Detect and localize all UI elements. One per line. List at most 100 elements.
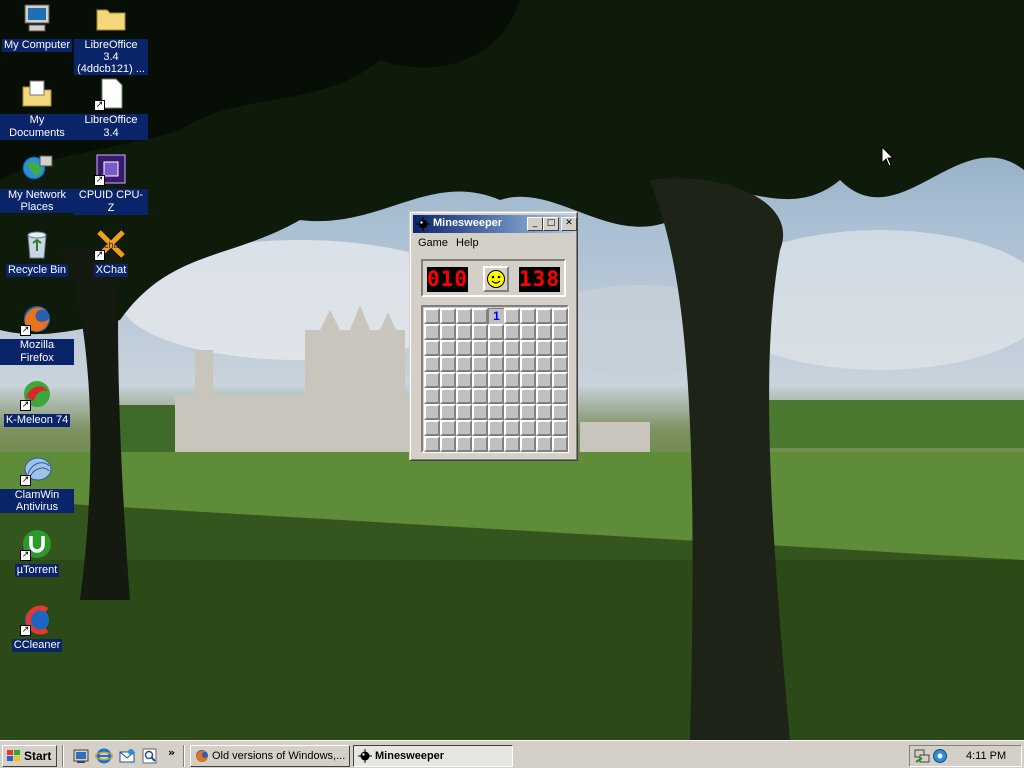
- mine-cell[interactable]: [456, 388, 472, 404]
- mine-cell[interactable]: [520, 420, 536, 436]
- mine-cell[interactable]: [552, 356, 568, 372]
- minefield[interactable]: 1: [421, 305, 569, 453]
- mine-cell[interactable]: [488, 340, 504, 356]
- desktop-icon-clamwin[interactable]: ↗ ClamWin Antivirus: [0, 452, 74, 513]
- mine-cell[interactable]: [536, 436, 552, 452]
- mine-cell[interactable]: [440, 356, 456, 372]
- mine-cell[interactable]: [520, 436, 536, 452]
- mine-cell[interactable]: [552, 388, 568, 404]
- mine-cell[interactable]: [472, 420, 488, 436]
- desktop-icon-xchat[interactable]: chat ↗ XChat: [74, 227, 148, 277]
- mine-cell[interactable]: [536, 356, 552, 372]
- mine-cell[interactable]: [456, 372, 472, 388]
- menu-help[interactable]: Help: [456, 237, 479, 249]
- mine-cell[interactable]: [536, 404, 552, 420]
- mine-cell[interactable]: [456, 340, 472, 356]
- mine-cell[interactable]: [488, 356, 504, 372]
- mine-cell[interactable]: [488, 324, 504, 340]
- mine-cell[interactable]: [504, 436, 520, 452]
- mine-cell[interactable]: [456, 436, 472, 452]
- mine-cell[interactable]: [472, 372, 488, 388]
- mine-cell[interactable]: [456, 356, 472, 372]
- desktop-icon-cpu-z[interactable]: ↗ CPUID CPU-Z: [74, 152, 148, 215]
- mine-cell[interactable]: [488, 404, 504, 420]
- mine-cell[interactable]: [440, 340, 456, 356]
- mine-cell[interactable]: [552, 340, 568, 356]
- mine-cell[interactable]: [504, 372, 520, 388]
- mine-cell[interactable]: [504, 340, 520, 356]
- mine-cell[interactable]: [520, 340, 536, 356]
- mine-cell[interactable]: [472, 404, 488, 420]
- mine-cell[interactable]: [520, 388, 536, 404]
- title-bar[interactable]: Minesweeper _ □ ✕: [413, 215, 577, 233]
- mine-cell[interactable]: [520, 372, 536, 388]
- mine-cell[interactable]: [472, 356, 488, 372]
- mine-cell[interactable]: [456, 308, 472, 324]
- mine-cell[interactable]: [504, 420, 520, 436]
- mine-grid[interactable]: 1: [424, 308, 568, 452]
- mine-cell[interactable]: [536, 340, 552, 356]
- desktop-icon-recycle-bin[interactable]: Recycle Bin: [0, 227, 74, 277]
- mine-cell[interactable]: [520, 404, 536, 420]
- mine-cell[interactable]: [456, 404, 472, 420]
- internet-explorer-icon[interactable]: [95, 747, 113, 765]
- mine-cell[interactable]: [424, 372, 440, 388]
- mine-cell[interactable]: [504, 404, 520, 420]
- close-button[interactable]: ✕: [561, 217, 577, 231]
- mine-cell[interactable]: [536, 308, 552, 324]
- mine-cell[interactable]: [536, 420, 552, 436]
- mine-cell[interactable]: [520, 356, 536, 372]
- desktop-icon-my-computer[interactable]: My Computer: [0, 2, 74, 52]
- mine-cell[interactable]: [552, 308, 568, 324]
- mine-cell[interactable]: [504, 356, 520, 372]
- desktop-icon-libreoffice-folder[interactable]: LibreOffice 3.4 (4ddcb121) ...: [74, 2, 148, 75]
- mine-cell[interactable]: [552, 372, 568, 388]
- taskbar-button-minesweeper[interactable]: Minesweeper: [353, 745, 513, 767]
- desktop-icon-firefox[interactable]: ↗ Mozilla Firefox: [0, 302, 74, 365]
- mine-cell[interactable]: [504, 388, 520, 404]
- mine-cell[interactable]: [440, 420, 456, 436]
- mine-cell[interactable]: [424, 308, 440, 324]
- mine-cell[interactable]: [456, 420, 472, 436]
- mine-cell[interactable]: [440, 436, 456, 452]
- mine-cell[interactable]: [488, 436, 504, 452]
- mine-cell[interactable]: [520, 308, 536, 324]
- desktop-icon-utorrent[interactable]: ↗ µTorrent: [0, 527, 74, 577]
- mine-cell[interactable]: [424, 324, 440, 340]
- mine-cell[interactable]: [440, 404, 456, 420]
- desktop-icon-my-documents[interactable]: My Documents: [0, 77, 74, 140]
- mine-cell[interactable]: [472, 436, 488, 452]
- mine-cell[interactable]: [424, 340, 440, 356]
- mine-cell[interactable]: [456, 324, 472, 340]
- start-button[interactable]: Start: [2, 745, 57, 767]
- mine-cell[interactable]: [424, 388, 440, 404]
- outlook-express-icon[interactable]: [118, 747, 136, 765]
- mine-cell[interactable]: [424, 436, 440, 452]
- mine-cell[interactable]: [472, 388, 488, 404]
- mine-cell[interactable]: [440, 308, 456, 324]
- mine-cell[interactable]: [536, 372, 552, 388]
- network-icon[interactable]: [914, 748, 930, 764]
- mine-cell[interactable]: [472, 324, 488, 340]
- mine-cell[interactable]: [536, 388, 552, 404]
- mine-cell[interactable]: [552, 404, 568, 420]
- mine-cell[interactable]: [552, 324, 568, 340]
- desktop-icon-libreoffice[interactable]: ↗ LibreOffice 3.4: [74, 77, 148, 140]
- mine-cell[interactable]: [440, 388, 456, 404]
- mine-cell[interactable]: [552, 436, 568, 452]
- mine-cell[interactable]: [424, 420, 440, 436]
- show-desktop-icon[interactable]: [72, 747, 90, 765]
- mine-cell[interactable]: [520, 324, 536, 340]
- mine-cell[interactable]: [440, 324, 456, 340]
- mine-cell[interactable]: [488, 420, 504, 436]
- volume-icon[interactable]: [932, 748, 948, 764]
- mine-cell[interactable]: [488, 372, 504, 388]
- taskbar-button-firefox[interactable]: Old versions of Windows,...: [190, 745, 350, 767]
- mine-cell[interactable]: [536, 324, 552, 340]
- mine-cell[interactable]: [440, 372, 456, 388]
- reset-button[interactable]: [483, 266, 509, 292]
- maximize-button[interactable]: □: [543, 217, 559, 231]
- mine-cell[interactable]: [488, 388, 504, 404]
- mine-cell[interactable]: [424, 404, 440, 420]
- menu-game[interactable]: Game: [418, 237, 448, 249]
